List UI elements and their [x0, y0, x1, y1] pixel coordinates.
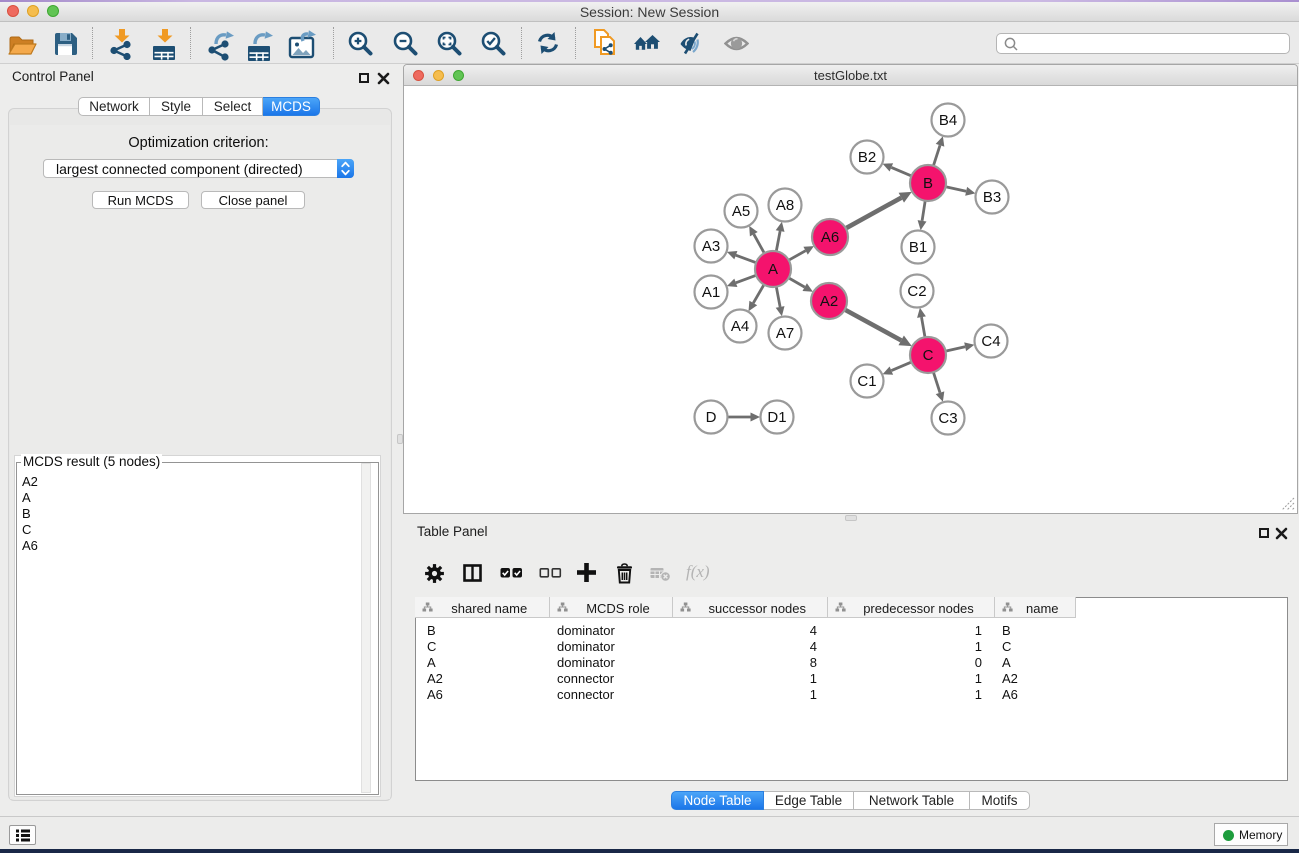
- svg-text:A1: A1: [702, 284, 720, 301]
- svg-text:C4: C4: [981, 333, 1000, 350]
- svg-text:A2: A2: [820, 293, 838, 310]
- svg-text:D: D: [706, 409, 717, 426]
- svg-text:C3: C3: [938, 410, 957, 427]
- svg-text:A5: A5: [732, 203, 750, 220]
- svg-text:B: B: [923, 175, 933, 192]
- svg-text:B4: B4: [939, 112, 957, 129]
- svg-text:D1: D1: [767, 409, 786, 426]
- svg-text:C: C: [923, 347, 934, 364]
- svg-text:C1: C1: [857, 373, 876, 390]
- svg-text:A8: A8: [776, 197, 794, 214]
- svg-text:A7: A7: [776, 325, 794, 342]
- svg-text:A3: A3: [702, 238, 720, 255]
- svg-text:A: A: [768, 261, 778, 278]
- svg-text:A4: A4: [731, 318, 749, 335]
- svg-text:B1: B1: [909, 239, 927, 256]
- svg-text:B3: B3: [983, 189, 1001, 206]
- svg-text:A6: A6: [821, 229, 839, 246]
- svg-text:C2: C2: [907, 283, 926, 300]
- svg-text:B2: B2: [858, 149, 876, 166]
